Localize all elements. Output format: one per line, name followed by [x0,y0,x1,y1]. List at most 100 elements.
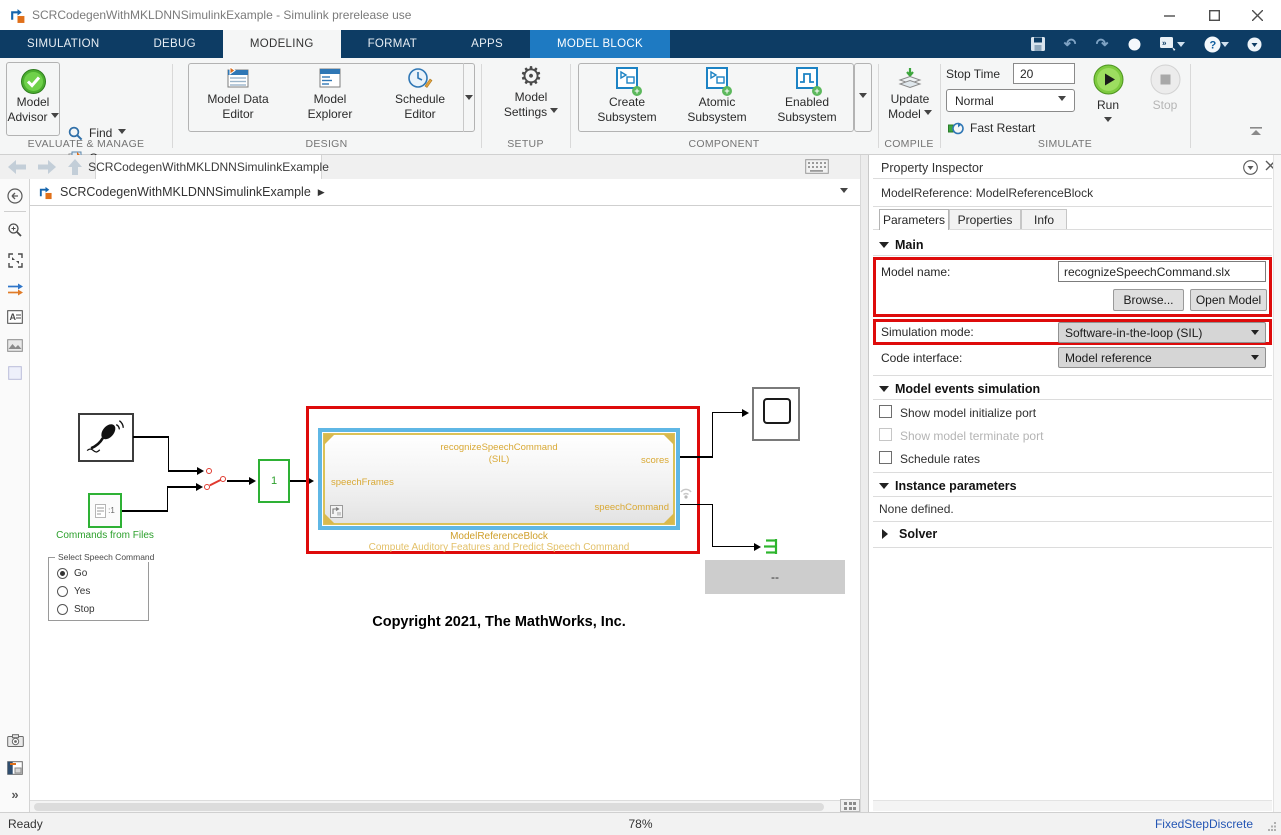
tab-apps[interactable]: APPS [444,30,530,58]
canvas-hscrollbar[interactable] [30,800,860,812]
checkbox-show-initialize-port[interactable] [879,405,892,418]
atomic-subsystem-button[interactable]: + Atomic Subsystem [672,62,762,125]
display-block[interactable]: -- [705,560,845,594]
enabled-subsystem-button[interactable]: + Enabled Subsystem [762,62,852,125]
radio-button[interactable] [57,586,68,597]
export-dropdown-caret[interactable] [1177,42,1185,51]
design-gallery-caret[interactable] [465,93,473,107]
annotation-icon[interactable]: A [6,308,24,326]
model-name-input[interactable]: recognizeSpeechCommand.slx [1058,261,1266,282]
signal-arrows-icon[interactable] [6,280,24,298]
buffer-block[interactable]: 1 [258,459,290,503]
open-model-button[interactable]: Open Model [1190,289,1267,311]
model-advisor-button[interactable]: Model Advisor [6,62,60,136]
schedule-editor-icon [407,66,433,90]
tab-debug[interactable]: DEBUG [126,30,222,58]
run-button[interactable]: Run [1088,62,1128,126]
area-box-icon[interactable] [6,364,24,382]
panel-hscrollbar[interactable] [873,800,1272,811]
zoom-in-icon[interactable] [6,221,24,239]
switch-port-out[interactable] [220,476,226,482]
screenshot-camera-icon[interactable] [6,731,24,749]
up-icon[interactable] [67,159,83,175]
simulation-mode-select[interactable]: Software-in-the-loop (SIL) [1058,322,1266,343]
tab-properties[interactable]: Properties [949,209,1021,230]
fast-restart-icon [948,122,964,135]
panel-splitter[interactable] [860,155,868,812]
forward-icon[interactable] [37,160,57,174]
scrollbar-thumb[interactable] [34,803,824,811]
section-main[interactable]: Main [879,237,923,253]
export-screenshot-icon[interactable]: » [1157,35,1187,53]
model-block-name[interactable]: ModelReferenceBlock [318,531,680,542]
display-port-icon[interactable] [762,538,779,555]
radio-option-yes[interactable]: Yes [57,586,90,597]
resize-grip-icon[interactable] [1267,821,1277,831]
document-tab[interactable]: SCRCodegenWithMKLDNNSimulinkExample [95,155,322,179]
schedule-editor-button[interactable]: Schedule Editor [376,62,464,122]
record-icon[interactable] [1125,35,1143,53]
code-interface-select[interactable]: Model reference [1058,347,1266,368]
switch-port-top[interactable] [206,468,212,474]
create-subsystem-button[interactable]: + Create Subsystem [582,62,672,125]
panel-title: Property Inspector [881,161,983,175]
hide-explorer-bar-icon[interactable] [6,187,24,205]
status-solver[interactable]: FixedStepDiscrete [1155,817,1253,831]
minimize-button[interactable] [1149,4,1189,26]
close-button[interactable] [1237,4,1277,26]
radio-option-go[interactable]: Go [57,568,87,579]
scope-block[interactable] [752,387,800,441]
breadcrumb-dropdown-caret[interactable] [840,188,848,197]
back-icon[interactable] [7,160,27,174]
component-gallery-caret[interactable] [854,63,872,132]
image-icon[interactable] [6,336,24,354]
model-reference-block[interactable]: recognizeSpeechCommand (SIL) speechFrame… [318,428,680,530]
section-instance-parameters[interactable]: Instance parameters [879,478,1017,494]
divider [873,206,1272,207]
run-caret[interactable] [1104,117,1112,126]
radio-button-selected[interactable] [57,568,68,579]
fit-to-view-icon[interactable] [6,251,24,269]
update-model-button[interactable]: Update Model [884,62,936,122]
section-solver[interactable]: Solver [879,527,937,541]
stop-button[interactable]: Stop [1145,62,1185,113]
collapse-ribbon-icon[interactable] [1248,126,1264,140]
save-icon[interactable] [1029,35,1047,53]
panel-menu-icon[interactable] [1243,160,1258,178]
radio-option-stop[interactable]: Stop [57,604,95,615]
simulation-mode-dropdown[interactable]: Normal [946,89,1075,112]
tab-model-block[interactable]: MODEL BLOCK [530,30,670,58]
help-dropdown-caret[interactable] [1221,42,1229,51]
model-data-editor-button[interactable]: Model Data Editor [192,62,284,122]
help-icon[interactable]: ? [1201,35,1231,53]
keyboard-icon[interactable] [805,159,829,174]
browse-button[interactable]: Browse... [1113,289,1184,311]
undo-icon[interactable]: ↶ [1061,35,1079,53]
tab-info[interactable]: Info [1021,209,1067,230]
canvas-tool-palette: A » [0,179,30,812]
breadcrumb[interactable]: SCRCodegenWithMKLDNNSimulinkExample [60,185,311,199]
commands-from-files-label[interactable]: Commands from Files [55,530,155,541]
group-divider [481,64,482,148]
checkbox-schedule-rates[interactable] [879,451,892,464]
maximize-button[interactable] [1194,4,1234,26]
section-model-events[interactable]: Model events simulation [879,381,1040,397]
tab-format[interactable]: FORMAT [341,30,445,58]
redo-icon[interactable]: ↷ [1093,35,1111,53]
radio-button[interactable] [57,604,68,615]
model-settings-button[interactable]: ⚙ Model Settings [492,62,570,120]
tab-parameters[interactable]: Parameters [879,209,949,230]
palette-more-icon[interactable]: » [6,785,24,803]
tab-simulation[interactable]: SIMULATION [0,30,126,58]
panel-vscrollbar[interactable] [1273,155,1281,812]
commands-from-files-block[interactable]: :1 [88,493,122,528]
fast-restart-button[interactable]: Fast Restart [948,118,1035,138]
stop-time-input[interactable]: 20 [1013,63,1075,84]
viewport-widget[interactable] [840,799,860,812]
model-browser-icon[interactable] [6,759,24,777]
model-explorer-button[interactable]: Model Explorer [284,62,376,122]
breadcrumb-arrow-icon[interactable]: ▶ [318,187,325,198]
tab-modeling[interactable]: MODELING [223,30,341,58]
audio-device-reader-block[interactable] [78,413,134,462]
updates-icon[interactable] [1245,35,1263,53]
